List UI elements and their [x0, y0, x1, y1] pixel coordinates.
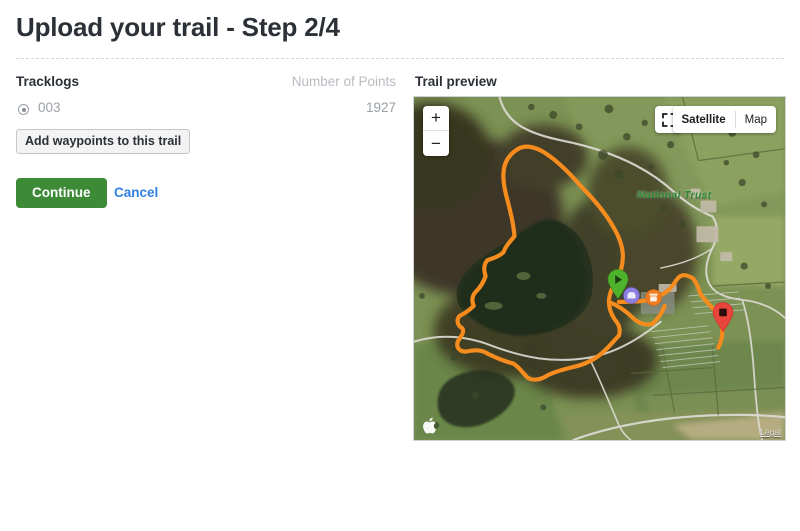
map-place-label: National Trust — [637, 189, 712, 201]
column-header-number-of-points: Number of Points — [291, 74, 396, 89]
zoom-in-button[interactable]: + — [423, 106, 449, 131]
table-row[interactable]: 003 1927 — [16, 100, 396, 123]
continue-button[interactable]: Continue — [16, 178, 107, 208]
action-buttons: Continue Cancel — [16, 178, 396, 210]
finish-marker[interactable] — [712, 302, 734, 332]
add-waypoints-button[interactable]: Add waypoints to this trail — [16, 129, 191, 154]
stop-icon — [719, 308, 727, 317]
map-type-map[interactable]: Map — [736, 106, 776, 133]
map-zoom-controls[interactable]: + − — [423, 106, 449, 156]
map-type-switcher[interactable]: Satellite Map — [672, 106, 776, 133]
tracklog-radio-003[interactable] — [18, 104, 29, 115]
tracklog-name: 003 — [38, 100, 61, 115]
map-container[interactable]: + − Satellite Map National Trust Legal — [413, 96, 786, 441]
tracklog-points: 1927 — [365, 100, 396, 115]
page-title: Upload your trail - Step 2/4 — [16, 12, 340, 42]
apple-logo-icon — [423, 417, 436, 434]
upload-trail-page: Upload your trail - Step 2/4 Tracklogs N… — [0, 0, 800, 531]
tracklogs-table-header: Tracklogs Number of Points — [16, 74, 396, 96]
poi-marker-parking[interactable] — [623, 287, 640, 304]
column-header-tracklogs: Tracklogs — [16, 74, 80, 89]
cancel-link[interactable]: Cancel — [114, 178, 158, 208]
trail-preview-title: Trail preview — [415, 74, 497, 89]
zoom-out-button[interactable]: − — [423, 131, 449, 156]
poi-marker-cafe[interactable] — [645, 289, 662, 306]
legal-link[interactable]: Legal — [760, 427, 781, 437]
trail-track-overlay — [455, 144, 725, 382]
map-type-satellite[interactable]: Satellite — [673, 106, 735, 133]
tracklogs-panel: Tracklogs Number of Points 003 1927 Add … — [16, 74, 396, 210]
trail-preview-panel: Trail preview + − Satellite Map National… — [413, 74, 786, 441]
header-divider — [16, 58, 784, 59]
